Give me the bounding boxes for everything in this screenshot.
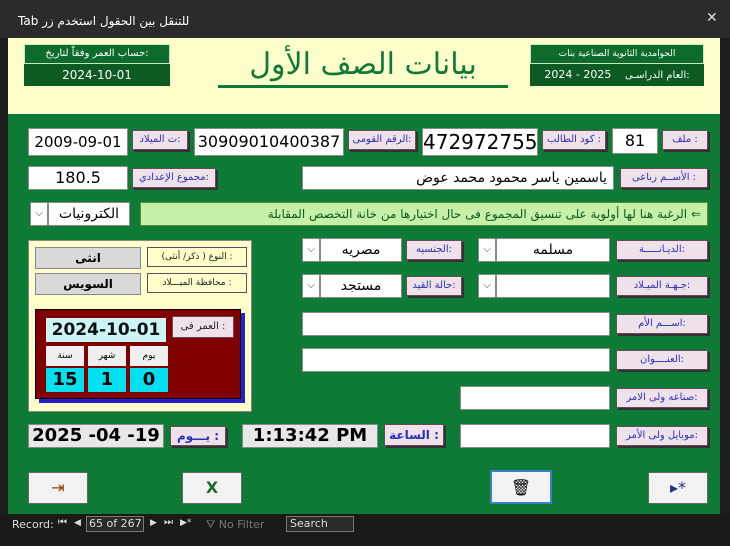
age-box: العمر فى : 2024-10-01 سنة شهر يوم 15 1 0	[35, 309, 241, 399]
age-days-value: 0	[130, 368, 168, 392]
birth-place-field[interactable]	[496, 274, 610, 298]
chevron-down-icon[interactable]: ⌵	[478, 274, 496, 298]
age-years-value: 15	[46, 368, 84, 392]
nationality-label: الجنسيه:	[406, 240, 462, 260]
title-bar: Tab للتنقل بين الحقول استخدم زر ✕	[0, 0, 730, 38]
full-name-field[interactable]: ياسمين ياسر محمود محمد عوض	[302, 166, 614, 190]
age-at-date[interactable]: 2024-10-01	[46, 318, 166, 342]
age-calc-date[interactable]: 2024-10-01	[24, 64, 170, 86]
export-excel-button[interactable]: X	[182, 472, 242, 504]
next-record-icon[interactable]: ▶	[150, 518, 157, 528]
chevron-down-icon[interactable]: ⌵	[478, 238, 496, 262]
trash-icon: 🗑	[510, 478, 532, 497]
chevron-down-icon[interactable]: ⌵	[30, 202, 48, 226]
record-label: Record:	[12, 518, 54, 531]
birth-gov-label: محافظة الميـــلاد :	[147, 273, 247, 293]
header: حساب العمر وفقاً لتاريخ: 2024-10-01 بيان…	[8, 38, 720, 114]
national-id-field[interactable]: 30909010400387	[194, 128, 344, 156]
religion-field[interactable]: مسلمه	[496, 238, 610, 262]
address-field[interactable]	[302, 348, 610, 372]
file-field[interactable]: 81	[612, 128, 658, 154]
enroll-status-label: حالة القيد:	[406, 276, 462, 296]
desire-field[interactable]: الكترونيات	[48, 202, 130, 226]
student-code-label: كود الطالب :	[542, 130, 606, 150]
birth-date-field[interactable]: 2009-09-01	[28, 128, 128, 156]
birth-gov-value[interactable]: السويس	[35, 273, 141, 295]
chevron-down-icon[interactable]: ⌵	[302, 274, 320, 298]
age-years-head: سنة	[46, 346, 84, 366]
prep-total-field[interactable]: 180.5	[28, 166, 128, 190]
close-icon[interactable]: ✕	[706, 10, 718, 26]
search-input[interactable]: Search	[286, 516, 354, 532]
current-record-field[interactable]: 65 of 267	[86, 516, 144, 532]
age-months-value: 1	[88, 368, 126, 392]
mother-name-field[interactable]	[302, 312, 610, 336]
window-title: Tab للتنقل بين الحقول استخدم زر	[18, 14, 190, 28]
chevron-down-icon[interactable]: ⌵	[302, 238, 320, 262]
record-navigator: Record: ⏮ ◀ 65 of 267 ▶ ⏭ ▶* ⛛ No Filter…	[0, 514, 730, 546]
time-label: الساعة :	[384, 424, 444, 446]
student-code-field[interactable]: 472972755	[422, 128, 538, 156]
age-calc-label: حساب العمر وفقاً لتاريخ:	[24, 44, 170, 64]
full-name-label: الأســم رباعى :	[620, 168, 708, 188]
academic-year-box: 2024 - 2025 العام الدراسـى:	[530, 64, 704, 86]
academic-year-label: العام الدراسـى:	[624, 70, 690, 81]
guardian-mobile-field[interactable]	[460, 424, 610, 448]
guardian-job-label: صناعه ولى الامر:	[616, 388, 708, 408]
filter-icon: ⛛	[206, 518, 216, 531]
last-record-icon[interactable]: ⏭	[164, 517, 173, 528]
exit-icon: ⇥	[51, 478, 65, 497]
birth-place-label: جـهـة الميـلاد:	[616, 276, 708, 296]
page-title: بيانات الصف الأول	[218, 44, 508, 88]
age-days-head: يوم	[130, 346, 168, 366]
form-area: ملف : 81 كود الطالب : 472972755 الرقم ال…	[8, 114, 720, 514]
new-record-nav-icon[interactable]: ▶*	[180, 518, 191, 528]
academic-year-value[interactable]: 2024 - 2025	[544, 68, 611, 81]
info-panel: النوع ( ذكر/ أنثى) : انثى محافظة الميـــ…	[28, 240, 252, 412]
new-record-button[interactable]: ▸*	[648, 472, 708, 504]
address-label: العنــــوان:	[616, 350, 708, 370]
gender-label: النوع ( ذكر/ أنثى) :	[147, 247, 247, 267]
nationality-field[interactable]: مصريه	[320, 238, 402, 262]
school-name: الحوامدية الثانوية الصناعية بنات	[530, 44, 704, 64]
day-display: 2025 -04 -19	[28, 424, 164, 448]
day-label: يـــوم :	[170, 426, 226, 446]
prep-total-label: مجموع الإعدادي:	[132, 168, 216, 188]
desire-banner: الرغبة هنا لها أولوية على تنسيق المجموع …	[140, 202, 708, 226]
delete-button[interactable]: 🗑	[490, 470, 552, 504]
file-label: ملف :	[662, 130, 708, 150]
prev-record-icon[interactable]: ◀	[74, 518, 81, 528]
filter-status[interactable]: ⛛ No Filter	[206, 518, 264, 532]
time-display: 1:13:42 PM	[242, 424, 378, 448]
religion-label: الديـانـــــة:	[616, 240, 708, 260]
first-record-icon[interactable]: ⏮	[58, 517, 67, 528]
excel-icon: X	[205, 478, 219, 497]
enroll-status-field[interactable]: مستجد	[320, 274, 402, 298]
birth-date-label: ت الميلاد:	[132, 130, 188, 150]
mother-name-label: اســـم الأم:	[616, 314, 708, 334]
guardian-mobile-label: موبايل ولى الأمر:	[616, 426, 708, 446]
filter-label: No Filter	[218, 518, 265, 531]
national-id-label: الرقم القومى:	[348, 130, 416, 150]
age-months-head: شهر	[88, 346, 126, 366]
exit-button[interactable]: ⇥	[28, 472, 88, 504]
age-at-label: العمر فى :	[172, 316, 234, 338]
guardian-job-field[interactable]	[460, 386, 610, 410]
gender-value[interactable]: انثى	[35, 247, 141, 269]
